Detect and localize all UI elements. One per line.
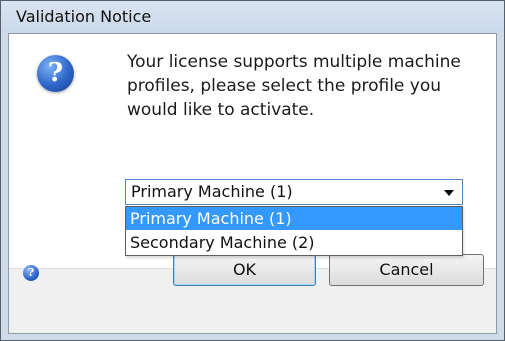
window-title: Validation Notice bbox=[16, 7, 152, 26]
title-bar[interactable]: Validation Notice bbox=[1, 1, 504, 33]
question-mark-icon: ? bbox=[37, 55, 74, 92]
ok-button[interactable]: OK bbox=[173, 254, 316, 286]
cancel-button[interactable]: Cancel bbox=[329, 254, 484, 286]
dropdown-option-secondary[interactable]: Secondary Machine (2) bbox=[126, 231, 462, 254]
dropdown-selected-value: Primary Machine (1) bbox=[131, 182, 293, 201]
help-icon[interactable]: ? bbox=[23, 265, 39, 281]
profile-dropdown-list: Primary Machine (1) Secondary Machine (2… bbox=[125, 206, 463, 256]
chevron-down-icon[interactable] bbox=[444, 190, 454, 196]
dropdown-option-primary[interactable]: Primary Machine (1) bbox=[126, 207, 462, 230]
dialog-message: Your license supports multiple machine p… bbox=[127, 52, 461, 120]
profile-dropdown[interactable]: Primary Machine (1) bbox=[125, 179, 463, 205]
dialog-window: Validation Notice ? Your license support… bbox=[0, 0, 505, 341]
